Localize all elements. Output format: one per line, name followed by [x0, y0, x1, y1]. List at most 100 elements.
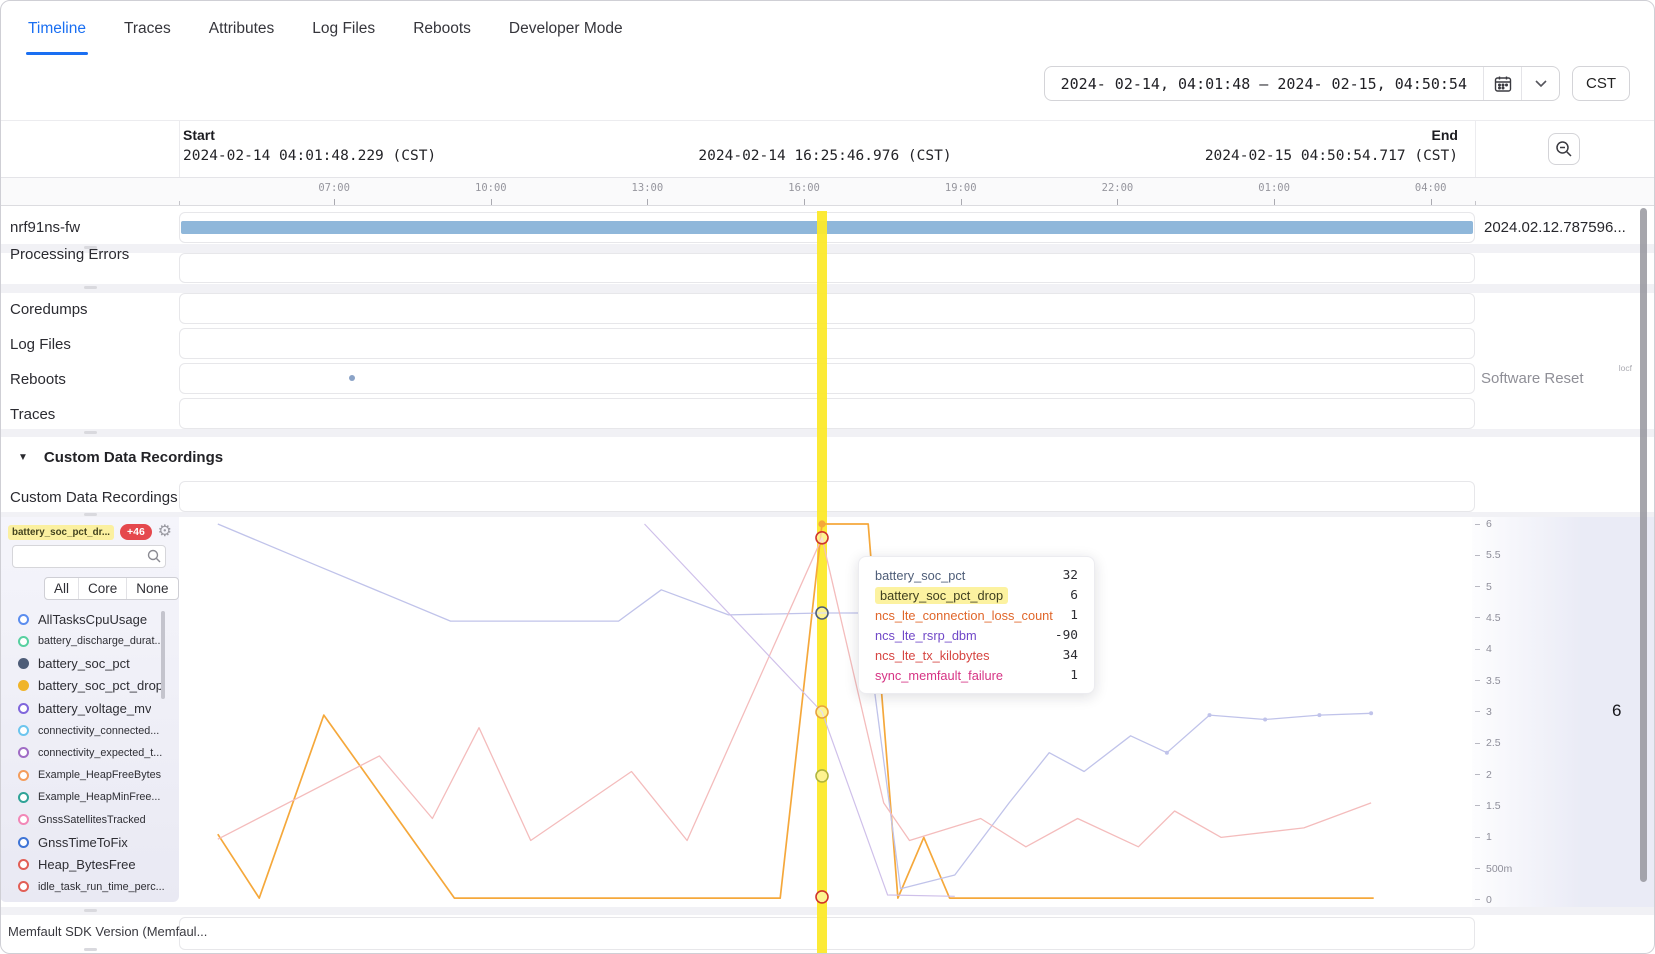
tab-log-files[interactable]: Log Files — [312, 0, 375, 57]
cursor-marker[interactable] — [818, 520, 825, 527]
metric-item-battery-soc-pct-drop[interactable]: battery_soc_pct_drop — [0, 675, 168, 697]
start-label: Start — [183, 127, 215, 143]
row-resize-handle[interactable] — [84, 286, 97, 289]
metric-item-example-heapminfree[interactable]: Example_HeapMinFree... — [0, 786, 168, 808]
x-tick-mark — [647, 199, 648, 205]
metrics-chart[interactable] — [179, 517, 1472, 907]
y-tick-mark — [1475, 805, 1480, 806]
lane-custom-data-recordings[interactable] — [179, 481, 1475, 512]
metric-item-heap-bytesfree[interactable]: Heap_BytesFree — [0, 853, 168, 875]
tooltip-metric-label: battery_soc_pct — [875, 568, 965, 583]
metric-item-example-heapfreebytes[interactable]: Example_HeapFreeBytes — [0, 764, 168, 786]
cursor-marker[interactable] — [816, 770, 828, 782]
metric-item-idle-task-run-time-perc[interactable]: idle_task_run_time_perc... — [0, 876, 168, 898]
y-tick: 3.5 — [1475, 675, 1501, 687]
x-tick-label: 16:00 — [788, 182, 820, 194]
y-tick: 1.5 — [1475, 800, 1501, 812]
tab-reboots[interactable]: Reboots — [413, 0, 471, 57]
cursor-marker[interactable] — [816, 891, 828, 903]
tooltip-metric-label: ncs_lte_connection_loss_count — [875, 608, 1053, 623]
date-range-input[interactable]: 2024- 02-14, 04:01:48 – 2024- 02-15, 04:… — [1044, 66, 1560, 101]
x-tick-label: 19:00 — [945, 182, 977, 194]
row-resize-handle[interactable] — [84, 948, 97, 951]
metric-item-gnsssatellitestracked[interactable]: GnssSatellitesTracked — [0, 809, 168, 831]
firmware-version-bar[interactable] — [181, 221, 1473, 234]
metric-label: AllTasksCpuUsage — [38, 612, 147, 627]
filter-core-button[interactable]: Core — [78, 578, 126, 599]
metric-item-alltaskscpuusage[interactable]: AllTasksCpuUsage — [0, 608, 168, 630]
section-separator — [0, 429, 1655, 437]
metric-item-connectivity-connected[interactable]: connectivity_connected... — [0, 720, 168, 742]
selected-metric-row: battery_soc_pct_dr... +46 ⚙ — [8, 523, 172, 541]
tooltip-row-ncs-lte-connection-loss-count: ncs_lte_connection_loss_count1 — [875, 605, 1078, 625]
filter-all-button[interactable]: All — [45, 578, 78, 599]
group-separator — [0, 284, 1655, 293]
collapse-triangle-icon[interactable]: ▼ — [18, 452, 28, 463]
x-tick-mark — [491, 199, 492, 205]
tab-traces[interactable]: Traces — [124, 0, 171, 57]
lane-traces[interactable] — [179, 398, 1475, 429]
cursor-value-label: 6 — [1612, 701, 1621, 721]
row-resize-handle[interactable] — [84, 909, 97, 912]
metric-label: idle_task_run_time_perc... — [38, 881, 165, 893]
date-range-text[interactable]: 2024- 02-14, 04:01:48 – 2024- 02-15, 04:… — [1045, 67, 1483, 100]
row-resize-handle[interactable] — [84, 513, 97, 516]
metric-label: GnssSatellitesTracked — [38, 814, 146, 826]
tab-timeline[interactable]: Timeline — [28, 0, 86, 57]
metric-color-dot — [18, 747, 29, 758]
tooltip-metric-label: ncs_lte_tx_kilobytes — [875, 648, 990, 663]
cursor-marker[interactable] — [816, 706, 828, 718]
lane-processing-errors[interactable] — [179, 253, 1475, 283]
y-tick-label: 1.5 — [1486, 800, 1501, 812]
cursor-marker[interactable] — [816, 532, 828, 544]
calendar-icon[interactable] — [1483, 67, 1521, 100]
gear-icon[interactable]: ⚙ — [158, 524, 172, 540]
x-tick-mark — [1117, 199, 1118, 205]
y-tick: 6 — [1475, 518, 1492, 530]
y-tick-mark — [1475, 586, 1480, 587]
search-input[interactable] — [12, 545, 166, 568]
metric-item-battery-discharge-durat[interactable]: battery_discharge_durat... — [0, 630, 168, 652]
metric-label: Example_HeapMinFree... — [38, 791, 160, 803]
vertical-scrollbar[interactable] — [1640, 208, 1647, 882]
x-tick-label: 13:00 — [632, 182, 664, 194]
row-resize-handle[interactable] — [84, 431, 97, 434]
y-tick: 2.5 — [1475, 737, 1501, 749]
lane-reboots[interactable] — [179, 363, 1475, 394]
row-label-processing-errors: Processing Errors — [10, 246, 129, 263]
row-label-reboots: Reboots — [10, 371, 66, 388]
cursor-marker[interactable] — [816, 607, 828, 619]
row-label-traces: Traces — [10, 406, 55, 423]
series-point-dot — [1317, 713, 1321, 717]
group-separator — [0, 244, 1655, 253]
metric-item-battery-soc-pct[interactable]: battery_soc_pct — [0, 653, 168, 675]
metric-item-gnsstimetofix[interactable]: GnssTimeToFix — [0, 831, 168, 853]
chevron-down-icon[interactable] — [1521, 67, 1559, 100]
metric-item-connectivity-expected-t[interactable]: connectivity_expected_t... — [0, 742, 168, 764]
search-icon — [147, 549, 161, 568]
row-label-nrf91ns-fw: nrf91ns-fw — [10, 219, 80, 236]
metric-color-dot — [18, 837, 29, 848]
tooltip-row-sync-memfault-failure: sync_memfault_failure1 — [875, 665, 1078, 685]
x-tick-mark — [334, 199, 335, 205]
sidebar-scrollbar[interactable] — [161, 611, 165, 699]
metric-count-badge: +46 — [120, 524, 152, 540]
lane-log-files[interactable] — [179, 328, 1475, 359]
metric-label: connectivity_expected_t... — [38, 747, 162, 759]
x-tick-mark — [1274, 199, 1275, 205]
zoom-out-button[interactable] — [1548, 133, 1580, 165]
metric-item-battery-voltage-mv[interactable]: battery_voltage_mv — [0, 697, 168, 719]
lane-coredumps[interactable] — [179, 293, 1475, 324]
y-tick-label: 3 — [1486, 706, 1492, 718]
y-tick-mark — [1475, 711, 1480, 712]
lane-memfault-sdk-version[interactable] — [179, 917, 1475, 950]
custom-data-recordings-header[interactable]: ▼ Custom Data Recordings — [0, 437, 1655, 478]
timezone-button[interactable]: CST — [1572, 66, 1630, 101]
y-tick-label: 2 — [1486, 769, 1492, 781]
tab-attributes[interactable]: Attributes — [209, 0, 274, 57]
selected-metric-chip[interactable]: battery_soc_pct_dr... — [8, 525, 114, 540]
filter-none-button[interactable]: None — [126, 578, 177, 599]
reboot-event-dot[interactable] — [349, 375, 355, 381]
y-tick-mark — [1475, 524, 1480, 525]
tab-developer-mode[interactable]: Developer Mode — [509, 0, 623, 57]
